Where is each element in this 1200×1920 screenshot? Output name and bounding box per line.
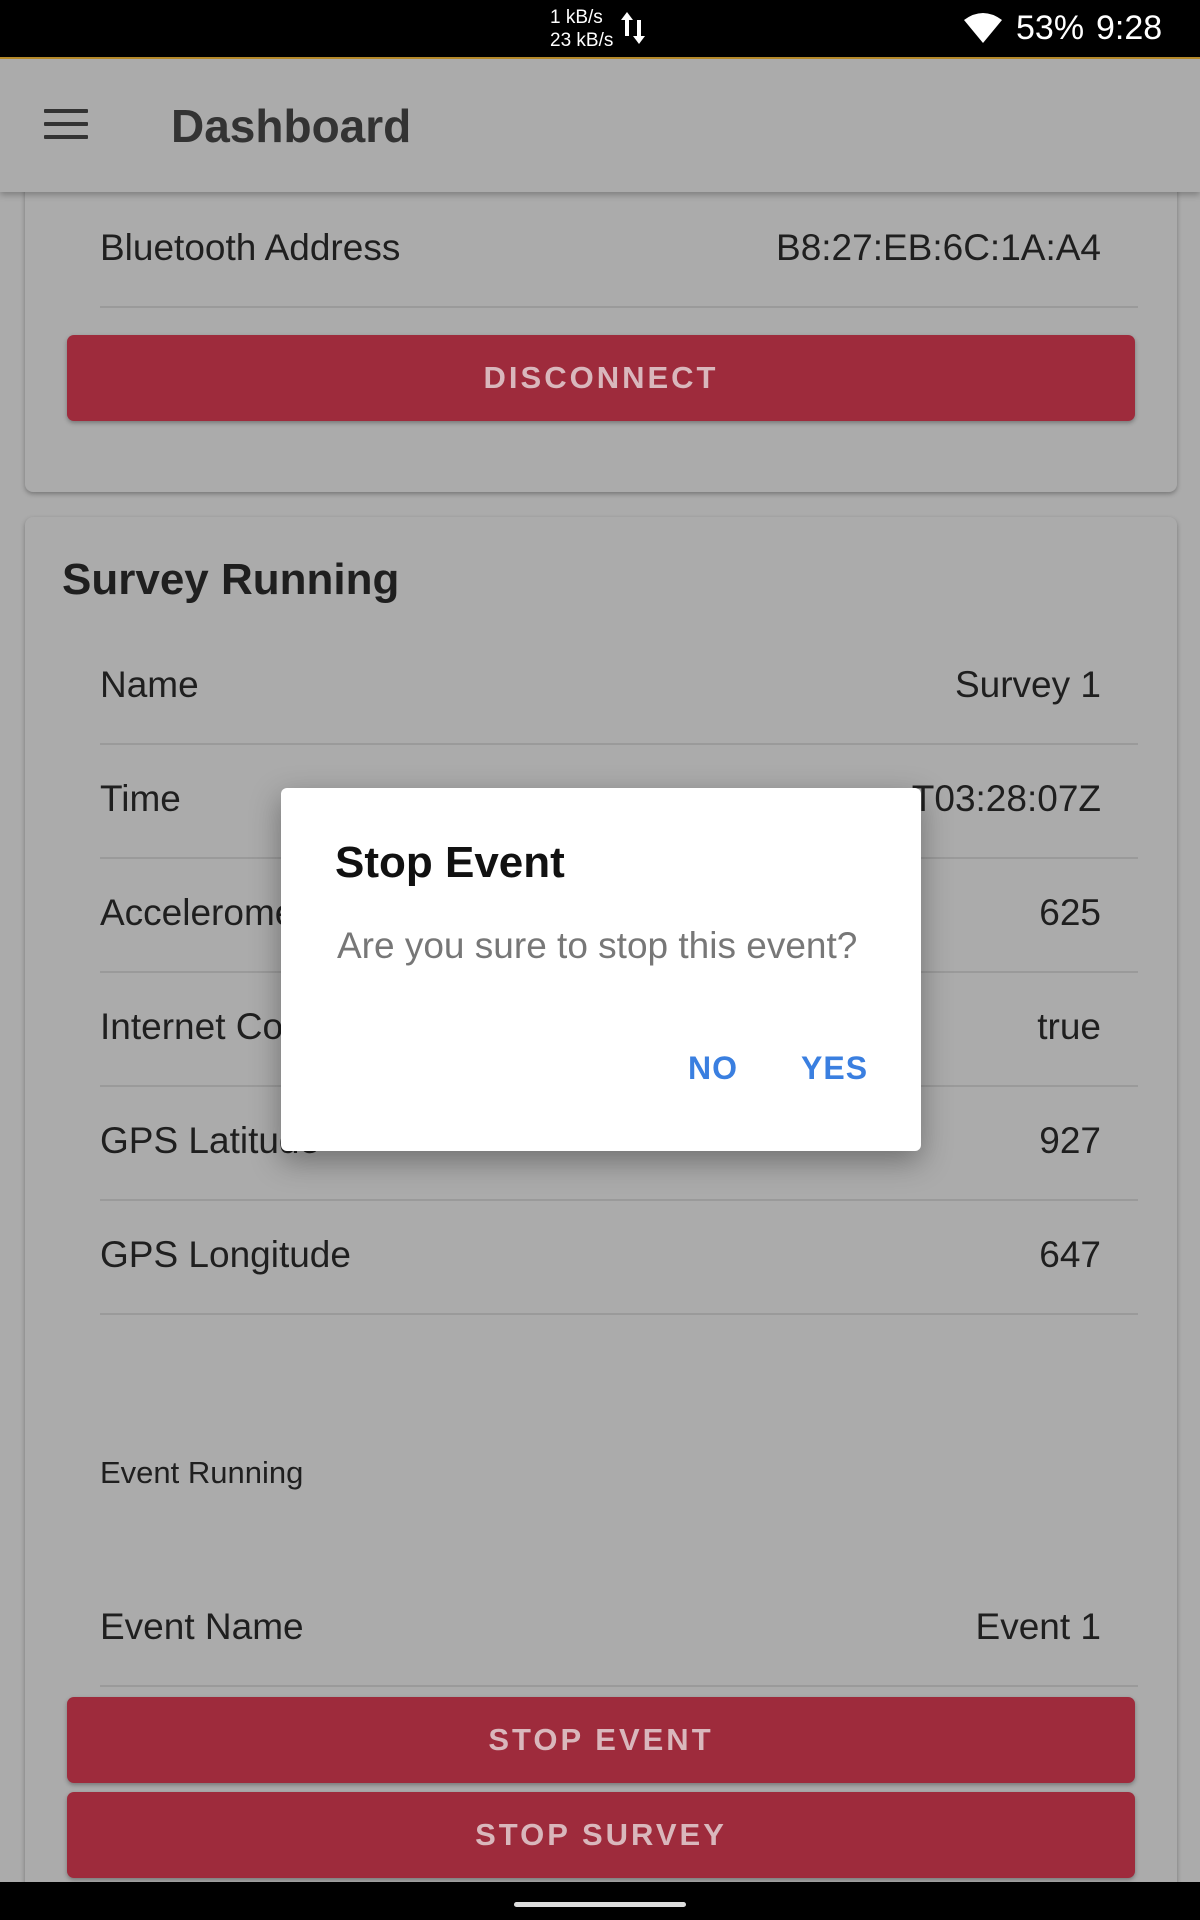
stop-event-dialog: Stop Event Are you sure to stop this eve… xyxy=(281,788,921,1151)
no-button[interactable]: NO xyxy=(688,1050,738,1087)
battery-percentage: 53% xyxy=(1016,9,1085,47)
download-speed: 23 kB/s xyxy=(550,30,614,51)
dialog-message: Are you sure to stop this event? xyxy=(337,925,858,966)
app-screen: Dashboard Bluetooth Address B8:27:EB:6C:… xyxy=(0,57,1200,1882)
network-speed: 1 kB/s 23 kB/s xyxy=(550,6,613,52)
status-bar: 1 kB/s 23 kB/s 53% 9:28 xyxy=(0,0,1200,57)
wifi-icon xyxy=(964,13,1002,43)
navigation-bar xyxy=(0,1882,1200,1920)
yes-button[interactable]: YES xyxy=(801,1050,868,1087)
dialog-title: Stop Event xyxy=(335,838,565,887)
data-transfer-icon xyxy=(621,12,645,44)
home-indicator[interactable] xyxy=(514,1902,686,1907)
clock: 9:28 xyxy=(1096,9,1163,47)
upload-speed: 1 kB/s xyxy=(550,7,603,28)
